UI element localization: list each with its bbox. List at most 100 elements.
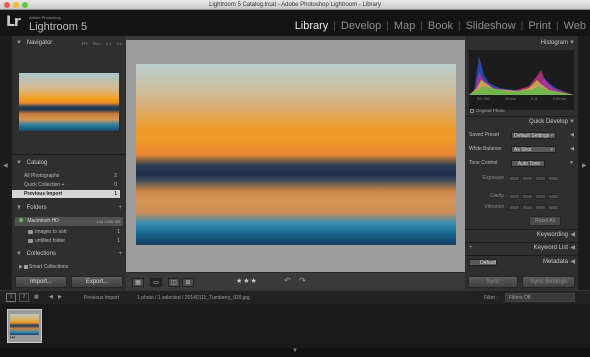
minimize-window-button[interactable]: [13, 2, 19, 8]
module-web[interactable]: Web: [564, 20, 586, 32]
grid-icon[interactable]: ▦: [34, 294, 39, 300]
module-separator: |: [555, 20, 559, 32]
disclosure-triangle-icon: ◀: [570, 232, 575, 238]
folder-icon: [28, 239, 33, 243]
clarity-increase[interactable]: [535, 194, 546, 199]
quick-develop-header[interactable]: Quick Develop ▼: [465, 117, 578, 128]
exposure-decrease-large[interactable]: [509, 176, 520, 181]
volume-macintosh-hd[interactable]: Macintosh HD 144 / 465 GB: [15, 217, 123, 226]
collapse-right-arrow-icon[interactable]: ▶: [582, 162, 587, 169]
keywording-title: Keywording: [536, 232, 568, 238]
right-panel-edge[interactable]: ▶: [578, 36, 590, 290]
catalog-header[interactable]: ▼ Catalog: [12, 158, 126, 169]
zoom-1-1[interactable]: 1:1: [106, 41, 112, 46]
add-folder-icon[interactable]: +: [118, 203, 122, 214]
back-arrow-icon[interactable]: ◀: [49, 294, 53, 300]
keyword-list-header[interactable]: + Keyword List ◀: [465, 243, 578, 254]
primary-window-button[interactable]: 1: [6, 293, 16, 302]
clarity-decrease-large[interactable]: [509, 194, 520, 199]
vibrance-decrease[interactable]: [522, 205, 533, 210]
catalog-item-previous-import[interactable]: Previous Import 1: [12, 190, 120, 198]
collection-smart-collections[interactable]: ▶ Smart Collections: [15, 263, 123, 271]
module-map[interactable]: Map: [394, 20, 415, 32]
secondary-window-button[interactable]: 2: [19, 293, 29, 302]
collapse-filmstrip-arrow-icon[interactable]: ▼: [292, 348, 298, 354]
zoom-fit[interactable]: FIT: [82, 41, 88, 46]
collapse-left-arrow-icon[interactable]: ◀: [3, 162, 8, 169]
zoom-fill[interactable]: FILL: [93, 41, 101, 46]
zoom-window-button[interactable]: [22, 2, 28, 8]
clarity-decrease[interactable]: [522, 194, 533, 199]
exposure-increase[interactable]: [535, 176, 546, 181]
survey-view-button[interactable]: ⊞: [182, 278, 194, 287]
original-photo-toggle[interactable]: Original Photo: [470, 108, 505, 113]
folders-title: Folders: [26, 205, 47, 211]
catalog-item-all-photographs[interactable]: All Photographs 2: [12, 172, 120, 180]
histogram-header[interactable]: Histogram ▼: [465, 38, 578, 49]
exposure-decrease[interactable]: [522, 176, 533, 181]
library-toolbar: ▦ ▭ ◫ ⊞ ★★★ ↶ ↷: [126, 272, 465, 290]
folder-images-to-sort[interactable]: Images to sort 1: [15, 228, 123, 236]
main-photo[interactable]: [136, 64, 456, 245]
rotate-right-icon[interactable]: ↷: [299, 276, 306, 285]
module-separator: |: [420, 20, 423, 32]
collections-header[interactable]: ▼ Collections +: [12, 249, 126, 260]
vibrance-decrease-large[interactable]: [509, 205, 520, 210]
metadata-header[interactable]: Default ▾ Metadata ◀: [465, 257, 578, 268]
sync-settings-button[interactable]: Sync Settings: [522, 276, 575, 288]
module-library[interactable]: Library: [295, 20, 329, 32]
navigator-title: Navigator: [26, 40, 53, 46]
disclosure-triangle-icon[interactable]: ◀: [570, 130, 574, 141]
keywording-header[interactable]: Keywording ◀: [465, 230, 578, 241]
disclosure-triangle-icon[interactable]: ◀: [570, 144, 574, 155]
saved-preset-select[interactable]: Default Settings ▾: [511, 132, 556, 139]
vibrance-increase[interactable]: [535, 205, 546, 210]
module-develop[interactable]: Develop: [341, 20, 381, 32]
auto-tone-button[interactable]: Auto Tone: [511, 160, 545, 167]
exposure-row: Exposure: [465, 173, 578, 184]
close-window-button[interactable]: [4, 2, 10, 8]
histogram-graph[interactable]: [469, 50, 574, 110]
disclosure-triangle-icon: ▼: [16, 205, 22, 211]
filmstrip-thumbnail[interactable]: •••: [7, 309, 42, 343]
metadata-title: Metadata: [542, 259, 568, 265]
metadata-preset-select[interactable]: Default ▾: [469, 259, 497, 266]
compare-view-button[interactable]: ◫: [168, 278, 180, 287]
folder-untitled[interactable]: untitled folder 1: [15, 237, 123, 245]
filmstrip-source[interactable]: Previous Import: [84, 295, 119, 301]
vibrance-increase-large[interactable]: [548, 205, 559, 210]
white-balance-select[interactable]: As Shot ▾: [511, 146, 556, 153]
clarity-increase-large[interactable]: [548, 194, 559, 199]
rotate-left-icon[interactable]: ↶: [284, 276, 291, 285]
disclosure-triangle-icon[interactable]: ▼: [569, 158, 574, 169]
module-print[interactable]: Print: [528, 20, 551, 32]
disclosure-triangle-icon: ◀: [570, 259, 575, 265]
navigator-view-frame[interactable]: [19, 73, 119, 103]
catalog-item-count: 0: [114, 182, 117, 188]
module-book[interactable]: Book: [428, 20, 453, 32]
keyword-list-title: Keyword List: [533, 245, 568, 251]
navigator-header[interactable]: ▼ Navigator FIT FILL 1:1 3:1: [12, 38, 126, 49]
right-panel: Histogram ▼ ISO 200 25 mm f/ 11 0.50 sec…: [465, 36, 578, 290]
star-rating[interactable]: ★★★: [236, 277, 258, 285]
export-button[interactable]: Export...: [71, 276, 123, 288]
sync-button[interactable]: Sync: [468, 276, 518, 288]
catalog-item-quick-collection[interactable]: Quick Collection + 0: [12, 181, 120, 189]
bottom-panel-edge[interactable]: ▼: [0, 348, 590, 357]
add-collection-icon[interactable]: +: [118, 249, 122, 260]
left-panel-edge[interactable]: ◀: [0, 36, 12, 290]
module-slideshow[interactable]: Slideshow: [466, 20, 516, 32]
add-keyword-icon[interactable]: +: [469, 243, 473, 254]
folders-header[interactable]: ▼ Folders +: [12, 203, 126, 214]
reset-all-button[interactable]: Reset All: [529, 216, 561, 226]
filter-select[interactable]: Filters Off: [505, 293, 575, 302]
zoom-3-1[interactable]: 3:1: [116, 41, 122, 46]
exposure-increase-large[interactable]: [548, 176, 559, 181]
forward-arrow-icon[interactable]: ▶: [58, 294, 62, 300]
loupe-view-button[interactable]: ▭: [150, 278, 162, 287]
histogram-exif: ISO 200 25 mm f/ 11 0.50 sec: [469, 97, 574, 101]
import-button[interactable]: Import...: [15, 276, 67, 288]
white-balance-value: As Shot: [514, 147, 532, 153]
filmstrip-status[interactable]: 1 photo / 1 selected / 20140111_Tumberry…: [137, 295, 250, 301]
grid-view-button[interactable]: ▦: [132, 278, 144, 287]
